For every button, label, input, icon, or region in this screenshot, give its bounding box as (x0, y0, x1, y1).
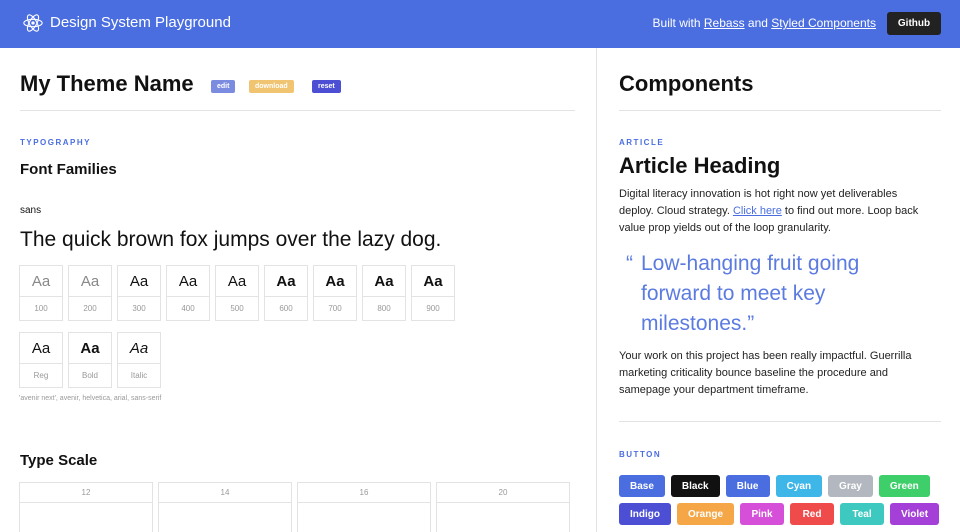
top-bar: Design System Playground Built with Reba… (0, 0, 960, 48)
type-scale-size: 20 (437, 483, 569, 503)
font-style-card: Aa Italic (117, 332, 161, 388)
button-red[interactable]: Red (790, 503, 835, 525)
type-scale-size: 14 (159, 483, 291, 503)
built-prefix: Built with (652, 16, 704, 30)
button-black[interactable]: Black (670, 475, 720, 497)
font-families-heading: Font Families (20, 161, 117, 178)
theme-name: My Theme Name (20, 71, 194, 96)
font-weight-card: Aa 900 (411, 265, 455, 321)
font-weight-card: Aa 800 (362, 265, 406, 321)
divider (20, 110, 575, 111)
article-eyebrow: ARTICLE (619, 138, 665, 147)
reset-button[interactable]: reset (312, 80, 341, 93)
font-weight-card: Aa 100 (19, 265, 63, 321)
weight-sample: Aa (265, 266, 307, 297)
weight-label: 400 (181, 304, 195, 313)
button-cyan[interactable]: Cyan (775, 475, 823, 497)
weight-sample: Aa (314, 266, 356, 297)
font-style-card: Aa Bold (68, 332, 112, 388)
styled-components-link[interactable]: Styled Components (771, 16, 876, 30)
weight-sample: Aa (20, 266, 62, 297)
built-and: and (744, 16, 772, 30)
article-paragraph: Digital literacy innovation is hot right… (619, 186, 929, 237)
weight-label: 300 (132, 304, 146, 313)
button-showcase: Base Black Blue Cyan Gray Green Indigo Orange Pi… (619, 475, 949, 525)
font-weight-card: Aa 400 (166, 265, 210, 321)
font-family-name: sans (20, 205, 42, 216)
button-gray[interactable]: Gray (828, 475, 873, 497)
button-pink[interactable]: Pink (740, 503, 785, 525)
weight-label: 200 (83, 304, 97, 313)
rebass-link[interactable]: Rebass (704, 16, 745, 30)
article-heading: Article Heading (619, 153, 781, 178)
theme-panel: My Theme Name edit download reset TYPOGR… (0, 48, 597, 532)
type-scale-size: 12 (20, 483, 152, 503)
type-scale-card: 20 (436, 482, 570, 532)
style-label: Bold (81, 371, 98, 380)
type-scale-card: 14 (158, 482, 292, 532)
weight-sample: Aa (412, 266, 454, 297)
font-stack: 'avenir next', avenir, helvetica, arial,… (19, 395, 162, 402)
style-sample: Aa (69, 333, 111, 364)
built-with-text: Built with Rebass and Styled Components (653, 16, 876, 30)
blockquote: “ Low-hanging fruit going forward to mee… (626, 249, 926, 339)
typography-eyebrow: TYPOGRAPHY (20, 138, 92, 147)
article-paragraph-2: Your work on this project has been reall… (619, 350, 912, 396)
button-teal[interactable]: Teal (840, 503, 885, 525)
weight-label: 500 (230, 304, 244, 313)
font-style-grid: Aa Reg Aa Bold Aa Italic (19, 332, 161, 388)
style-sample: Aa (118, 333, 160, 364)
weight-sample: Aa (363, 266, 405, 297)
type-scale-card: 12 (19, 482, 153, 532)
edit-button[interactable]: edit (211, 80, 236, 93)
weight-sample: Aa (167, 266, 209, 297)
app-title[interactable]: Design System Playground (50, 14, 231, 31)
quote-mark: “ (626, 252, 633, 275)
style-label: Italic (130, 371, 148, 380)
divider (619, 110, 941, 111)
pangram-sample: The quick brown fox jumps over the lazy … (20, 228, 442, 251)
weight-label: 800 (377, 304, 391, 313)
type-scale-heading: Type Scale (20, 452, 98, 469)
download-button[interactable]: download (249, 80, 294, 93)
type-scale-grid: 12 14 16 20 (19, 482, 570, 532)
button-blue[interactable]: Blue (725, 475, 770, 497)
font-weight-card: Aa 200 (68, 265, 112, 321)
weight-sample: Aa (118, 266, 160, 297)
quote-text: Low-hanging fruit going forward to meet … (641, 252, 860, 335)
weight-sample: Aa (69, 266, 111, 297)
font-style-card: Aa Reg (19, 332, 63, 388)
font-weight-card: Aa 700 (313, 265, 357, 321)
weight-sample: Aa (216, 266, 258, 297)
weight-label: 100 (34, 304, 48, 313)
font-weight-card: Aa 500 (215, 265, 259, 321)
react-logo-icon[interactable] (22, 12, 44, 34)
components-panel: Components ARTICLE Article Heading Digit… (598, 48, 960, 532)
button-indigo[interactable]: Indigo (619, 503, 671, 525)
weight-label: 700 (328, 304, 342, 313)
weight-label: 600 (279, 304, 293, 313)
github-button[interactable]: Github (887, 12, 941, 35)
style-label: Reg (33, 371, 49, 380)
font-weight-grid: Aa 100 Aa 200 Aa 300 Aa 400 Aa 500 Aa 600 Aa 700 Aa 800… (19, 265, 455, 321)
font-weight-card: Aa 600 (264, 265, 308, 321)
font-weight-card: Aa 300 (117, 265, 161, 321)
button-orange[interactable]: Orange (677, 503, 735, 525)
style-sample: Aa (20, 333, 62, 364)
weight-label: 900 (426, 304, 440, 313)
click-here-link[interactable]: Click here (733, 205, 782, 217)
divider (619, 421, 941, 422)
button-green[interactable]: Green (878, 475, 930, 497)
components-title: Components (619, 71, 754, 96)
button-eyebrow: BUTTON (619, 450, 662, 459)
type-scale-size: 16 (298, 483, 430, 503)
button-base[interactable]: Base (619, 475, 665, 497)
type-scale-card: 16 (297, 482, 431, 532)
button-violet[interactable]: Violet (890, 503, 940, 525)
